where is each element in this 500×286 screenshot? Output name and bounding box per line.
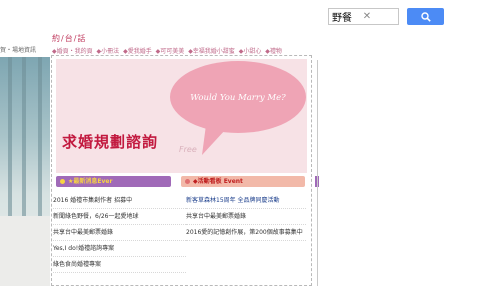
list-item[interactable]: Yes,I do!婚禮諮詢專案 (53, 241, 186, 257)
list-item[interactable]: 新客草森林15周年 全品牌同慶活動 (186, 193, 306, 209)
search-button[interactable] (407, 8, 444, 25)
list-item[interactable]: 綠色食尚婚禮專案 (53, 257, 186, 273)
list-item[interactable]: 新聞綠色野餐，6/26一起愛地球 (53, 209, 186, 225)
tab-events[interactable]: ◆活動看板 Event (181, 176, 305, 187)
bullet-icon (60, 179, 65, 184)
proposal-banner[interactable]: Would You Marry Me? 求婚規劃諮詢 Free (56, 59, 307, 173)
menu-item[interactable]: ◆小冊法 (97, 48, 120, 55)
tab-label: ◆活動看板 Event (193, 178, 243, 185)
events-list: 新客草森林15周年 全品牌同慶活動 共享台中最美郵票婚錄 2016愛的記憶創作展… (186, 193, 306, 241)
list-item[interactable]: 共享台中最美郵票婚錄 (53, 225, 186, 241)
menu-item[interactable]: ◆愛我婚手 (123, 48, 152, 55)
tab-latest-news[interactable]: ★最新消息Ever (56, 176, 171, 187)
bullet-icon (185, 179, 190, 184)
venue-photo (0, 57, 50, 286)
menu-item[interactable]: ◆小甜心 (239, 48, 262, 55)
clear-icon[interactable]: ✕ (360, 8, 374, 25)
free-label: Free (179, 145, 197, 154)
top-nav-link[interactable]: 賀・場地資訊 (0, 45, 36, 54)
list-item[interactable]: 共享台中最美郵票婚錄 (186, 209, 306, 225)
banner-title: 求婚規劃諮詢 (62, 133, 159, 151)
top-menu: ◆婚頁・我的頁 ◆小冊法 ◆愛我婚手 ◆可可美美 ◆幸福我婚小甜蜜 ◆小甜心 ◆… (52, 46, 284, 55)
list-item[interactable]: 2016愛的記憶創作展，第200個故事募集中 (186, 225, 306, 241)
menu-item[interactable]: ◆禮物 (265, 48, 282, 55)
menu-item[interactable]: ◆婚頁・我的頁 (52, 48, 93, 55)
list-item[interactable]: 2016 婚禮市集創作者 招募中 (53, 193, 186, 209)
bubble-text: Would You Marry Me? (190, 93, 286, 103)
tab-label: ★最新消息Ever (68, 178, 113, 185)
search-icon (420, 11, 431, 22)
menu-item[interactable]: ◆可可美美 (156, 48, 185, 55)
site-title[interactable]: 約/台/話 (52, 33, 86, 44)
news-list: 2016 婚禮市集創作者 招募中 新聞綠色野餐，6/26一起愛地球 共享台中最美… (53, 193, 186, 273)
menu-item[interactable]: ◆幸福我婚小甜蜜 (188, 48, 235, 55)
search-bar (328, 8, 444, 25)
speech-bubble-icon: Would You Marry Me? (170, 61, 306, 155)
divider (317, 60, 318, 286)
